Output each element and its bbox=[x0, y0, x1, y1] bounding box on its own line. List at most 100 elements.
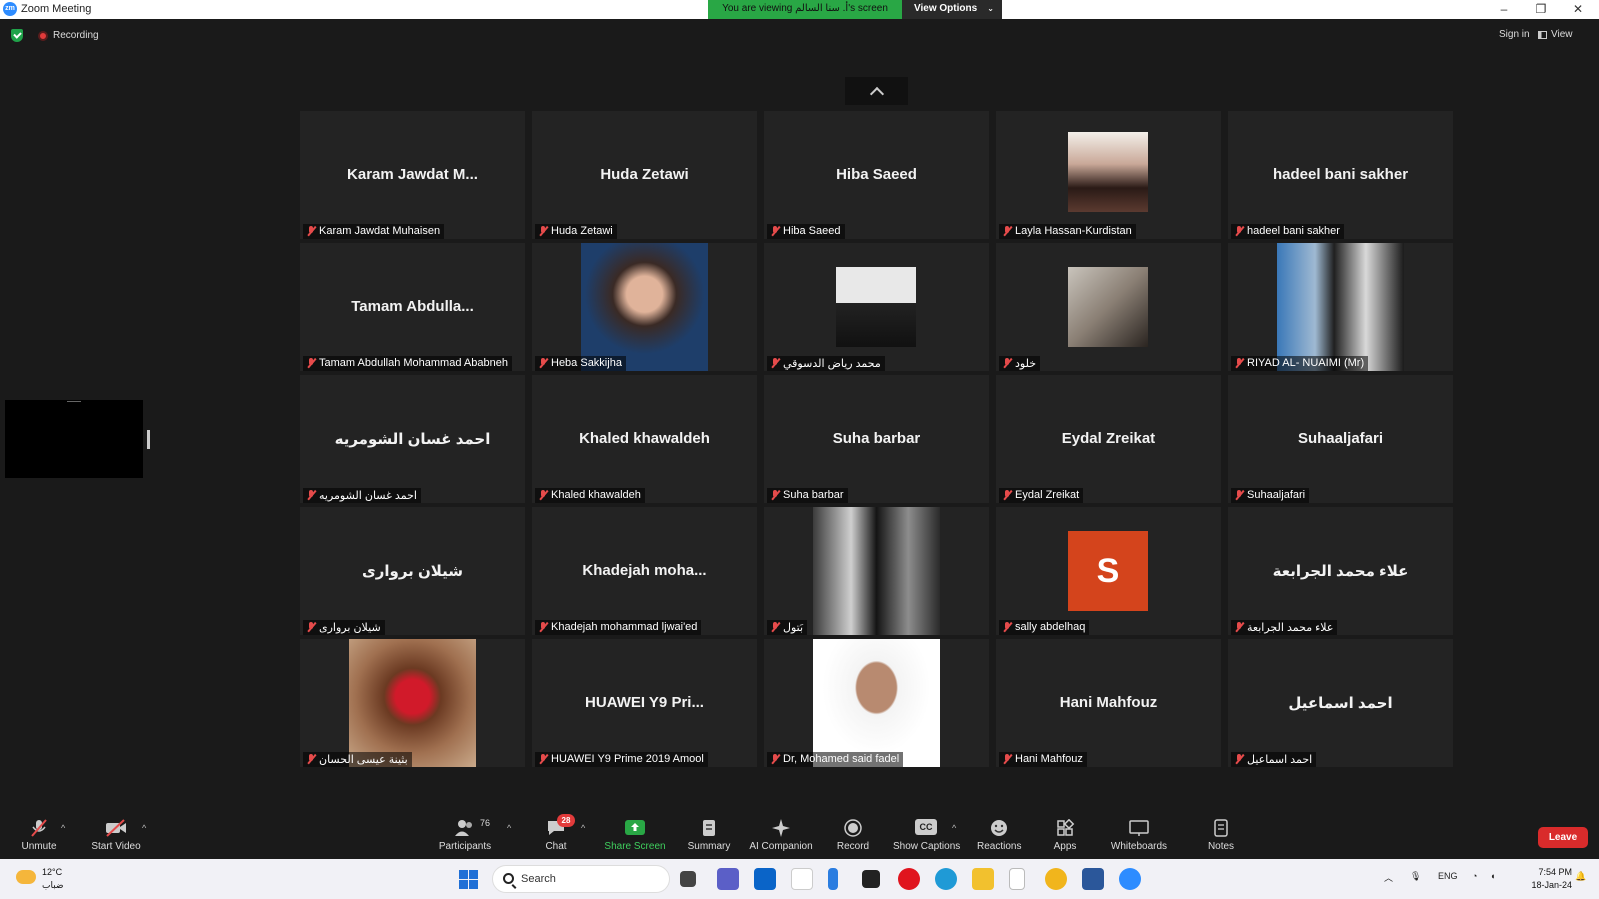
participant-name-label: Heba Sakkijha bbox=[535, 356, 626, 371]
mail-icon[interactable] bbox=[754, 868, 776, 890]
participant-tile[interactable]: شيلان بروارى شيلان بروارى bbox=[300, 507, 525, 635]
unmute-button[interactable]: Unmute bbox=[14, 809, 64, 859]
video-options-caret-icon[interactable]: ^ bbox=[142, 823, 146, 833]
wifi-icon[interactable]: ◔ bbox=[1472, 871, 1477, 881]
participant-name-label: شيلان بروارى bbox=[303, 620, 385, 635]
participant-name-text: احمد اسماعيل bbox=[1247, 754, 1313, 766]
show-captions-button[interactable]: CC Show Captions bbox=[893, 809, 960, 859]
participant-tile[interactable]: خلود bbox=[996, 243, 1221, 371]
participant-tile[interactable]: Karam Jawdat M... Karam Jawdat Muhaisen bbox=[300, 111, 525, 239]
apps-button[interactable]: Apps bbox=[1052, 809, 1078, 859]
participant-tile[interactable]: Suha barbar Suha barbar bbox=[764, 375, 989, 503]
participant-tile[interactable]: علاء محمد الجرابعة علاء محمد الجرابعة bbox=[1228, 507, 1453, 635]
summary-button[interactable]: Summary bbox=[686, 809, 732, 859]
word-icon[interactable] bbox=[1082, 868, 1104, 890]
participant-tile[interactable]: محمد رياض الدسوقي bbox=[764, 243, 989, 371]
participant-tile[interactable]: hadeel bani sakher hadeel bani sakher bbox=[1228, 111, 1453, 239]
record-button[interactable]: Record bbox=[834, 809, 872, 859]
weather-temperature[interactable]: 12°C bbox=[42, 867, 62, 877]
participant-tile[interactable]: Tamam Abdulla... Tamam Abdullah Mohammad … bbox=[300, 243, 525, 371]
muted-mic-icon bbox=[770, 490, 780, 501]
participant-tile[interactable]: Suhaaljafari Suhaaljafari bbox=[1228, 375, 1453, 503]
participant-tile[interactable]: Khadejah moha... Khadejah mohammad ljwai'… bbox=[532, 507, 757, 635]
participant-tile[interactable]: Huda Zetawi Huda Zetawi bbox=[532, 111, 757, 239]
file-explorer-icon[interactable] bbox=[972, 868, 994, 890]
share-screen-button[interactable]: Share Screen bbox=[604, 809, 666, 859]
participant-display-name: علاء محمد الجرابعة bbox=[1272, 563, 1409, 580]
teams-icon[interactable] bbox=[717, 868, 739, 890]
document-icon[interactable] bbox=[1009, 868, 1025, 890]
clock-date[interactable]: 18-Jan-24 bbox=[1521, 880, 1572, 890]
participant-tile[interactable]: بَتول bbox=[764, 507, 989, 635]
self-view-thumbnail[interactable] bbox=[5, 400, 143, 478]
participant-photo bbox=[1068, 132, 1148, 212]
participant-display-name: HUAWEI Y9 Pri... bbox=[585, 694, 704, 711]
leave-button[interactable]: Leave bbox=[1538, 827, 1588, 848]
zoom-taskbar-icon[interactable] bbox=[1119, 868, 1141, 890]
dropbox-icon[interactable] bbox=[862, 870, 880, 888]
weather-description[interactable]: ضباب bbox=[42, 880, 64, 891]
participants-button[interactable]: 76 Participants bbox=[436, 809, 494, 859]
participant-tile[interactable]: Heba Sakkijha bbox=[532, 243, 757, 371]
view-options-button[interactable]: View Options ⌄ bbox=[902, 0, 1002, 19]
task-view-icon[interactable] bbox=[680, 871, 696, 887]
participant-tile[interactable]: Ssally abdelhaq bbox=[996, 507, 1221, 635]
view-button[interactable]: View bbox=[1551, 29, 1573, 40]
participant-tile[interactable]: Hani Mahfouz Hani Mahfouz bbox=[996, 639, 1221, 767]
participant-tile[interactable]: Hiba Saeed Hiba Saeed bbox=[764, 111, 989, 239]
power-automate-icon[interactable] bbox=[828, 868, 838, 890]
weather-sun-icon[interactable] bbox=[16, 870, 36, 884]
participant-tile[interactable]: HUAWEI Y9 Pri... HUAWEI Y9 Prime 2019 Amo… bbox=[532, 639, 757, 767]
participant-name-text: Suhaaljafari bbox=[1247, 489, 1306, 501]
language-indicator[interactable]: ENG bbox=[1438, 871, 1458, 881]
collapse-chevron-up-icon[interactable] bbox=[845, 77, 908, 105]
participant-tile[interactable]: Khaled khawaldeh Khaled khawaldeh bbox=[532, 375, 757, 503]
search-placeholder: Search bbox=[521, 873, 556, 885]
chat-button[interactable]: 28 Chat bbox=[540, 809, 575, 859]
participant-tile[interactable]: Eydal Zreikat Eydal Zreikat bbox=[996, 375, 1221, 503]
audio-options-caret-icon[interactable]: ^ bbox=[61, 823, 65, 833]
volume-icon[interactable]: ◖ bbox=[1490, 871, 1495, 881]
notification-bell-icon[interactable]: 🔔 bbox=[1575, 871, 1586, 882]
participant-tile[interactable]: Layla Hassan-Kurdistan bbox=[996, 111, 1221, 239]
chrome-icon[interactable] bbox=[1045, 868, 1067, 890]
share-screen-label: Share Screen bbox=[604, 841, 666, 852]
windows-start-icon[interactable] bbox=[459, 870, 478, 889]
taskbar-search-box[interactable]: Search bbox=[492, 865, 670, 893]
participant-tile[interactable]: احمد غسان الشومريه احمد غسان الشومريه bbox=[300, 375, 525, 503]
zoom-app-icon: zm bbox=[3, 2, 17, 16]
edge-icon[interactable] bbox=[935, 868, 957, 890]
captions-caret-icon[interactable]: ^ bbox=[952, 823, 956, 833]
closed-captions-icon: CC bbox=[915, 819, 937, 837]
encryption-shield-icon[interactable] bbox=[11, 29, 23, 42]
amazon-icon[interactable] bbox=[791, 868, 813, 890]
participant-name-label: Hiba Saeed bbox=[767, 224, 845, 239]
muted-mic-icon bbox=[538, 358, 548, 369]
opera-icon[interactable] bbox=[898, 868, 920, 890]
view-layout-icon[interactable] bbox=[1538, 31, 1547, 39]
reactions-button[interactable]: Reactions bbox=[977, 809, 1021, 859]
tray-chevron-up-icon[interactable]: ︿ bbox=[1384, 871, 1393, 884]
participant-tile[interactable]: Dr, Mohamed said fadel bbox=[764, 639, 989, 767]
self-view-grip[interactable] bbox=[67, 401, 81, 402]
notes-label: Notes bbox=[1207, 841, 1235, 852]
record-label: Record bbox=[836, 841, 870, 852]
notes-button[interactable]: Notes bbox=[1205, 809, 1237, 859]
microphone-tray-icon[interactable]: 🎙 bbox=[1410, 871, 1421, 882]
minimize-icon[interactable]: – bbox=[1486, 0, 1522, 19]
self-view-resize-handle[interactable] bbox=[147, 430, 150, 449]
clock-time[interactable]: 7:54 PM bbox=[1528, 867, 1572, 877]
sign-in-link[interactable]: Sign in bbox=[1499, 29, 1530, 40]
start-video-button[interactable]: Start Video bbox=[88, 809, 144, 859]
participant-display-name: شيلان بروارى bbox=[361, 563, 464, 580]
participant-tile[interactable]: RIYAD AL- NUAIMI (Mr) bbox=[1228, 243, 1453, 371]
participant-tile[interactable]: بثينة عيسى الحسان bbox=[300, 639, 525, 767]
whiteboards-button[interactable]: Whiteboards bbox=[1108, 809, 1170, 859]
ai-companion-button[interactable]: AI Companion bbox=[748, 809, 814, 859]
participants-caret-icon[interactable]: ^ bbox=[507, 823, 511, 833]
participant-tile[interactable]: احمد اسماعيل احمد اسماعيل bbox=[1228, 639, 1453, 767]
participant-display-name: Hani Mahfouz bbox=[1059, 694, 1158, 711]
chat-caret-icon[interactable]: ^ bbox=[581, 823, 585, 833]
restore-icon[interactable]: ❐ bbox=[1523, 0, 1559, 19]
close-icon[interactable]: ✕ bbox=[1560, 0, 1596, 19]
